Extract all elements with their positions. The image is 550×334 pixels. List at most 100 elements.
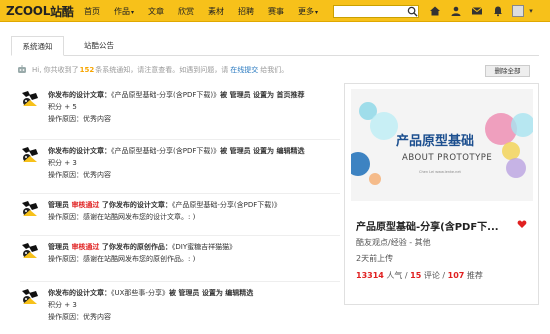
notification-body: 管理员 审核通过 了你发布的设计文章：《产品原型基础-分享(含PDF下载)》操作… — [48, 199, 348, 223]
article-title[interactable]: 产品原型基础-分享(含PDF下... — [356, 218, 506, 233]
article-link[interactable]: 《产品原型基础-分享(含PDF下载)》 — [111, 147, 220, 155]
comments-label: 评论 — [423, 271, 440, 280]
notification-body: 管理员 审核通过 了你发布的原创作品：《DIY蜜糖吉祥猫猫》操作原因：感谢在站酷… — [48, 241, 348, 265]
views-label: 人气 — [386, 271, 403, 280]
notification-detail: 操作原因：感谢在站酷网发布您的原创作品。: ) — [48, 255, 196, 263]
article-link[interactable]: 《产品原型基础-分享(含PDF下载)》 — [111, 91, 220, 99]
notification-message: 你发布的设计文章：《UX那些事-分享》被 管理员 设置为 编辑精选 — [48, 287, 348, 299]
notification-detail: 操作原因：感谢在站酷网发布您的设计文章。: ) — [48, 213, 196, 221]
views-count: 13314 — [356, 271, 384, 280]
article-link[interactable]: 《产品原型基础-分享(含PDF下载)》 — [172, 201, 281, 209]
notification-detail: 积分 + 5 — [48, 103, 77, 111]
approved-status: 审核通过 — [71, 243, 100, 251]
notification-text: 管理员 — [48, 201, 72, 209]
notification-detail: 积分 + 3 — [48, 159, 77, 167]
recommended-article-card[interactable]: 产品原型基础 ABOUT PROTOTYPE Chen Lei www.lenk… — [344, 83, 539, 305]
notification-avatar[interactable] — [20, 199, 40, 219]
notification-text: 你发布的设计文章： — [48, 289, 111, 297]
notification-text: 管理员 — [48, 243, 72, 251]
summary-suffix: 给我们。 — [260, 66, 289, 74]
top-navigation-bar: ZCOOL 站酷 首页 作品▾ 文章 欣赏 素材 招聘 赛事 更多▾ ▾ — [0, 0, 550, 22]
avatar[interactable] — [512, 5, 524, 17]
user-group-icon[interactable] — [449, 4, 463, 18]
logo-cn: 站酷 — [50, 4, 74, 19]
online-submit-link[interactable]: 在线提交 — [230, 65, 258, 75]
cover-title-en: ABOUT PROTOTYPE — [402, 153, 492, 163]
notification-avatar[interactable] — [20, 89, 40, 109]
divider — [20, 281, 340, 282]
chevron-down-icon: ▾ — [131, 8, 135, 16]
notification-message: 你发布的设计文章：《产品原型基础-分享(含PDF下载)》被 管理员 设置为 编辑… — [48, 145, 348, 157]
notification-text: 了你发布的设计文章： — [99, 201, 172, 209]
tab-system-notice[interactable]: 系统通知 — [11, 36, 64, 56]
notice-tabs: 系统通知 站酷公告 — [11, 36, 539, 56]
notification-reason: 操作原因：优秀内容 — [48, 115, 111, 123]
comments-count: 15 — [410, 271, 422, 280]
zcool-logo[interactable]: ZCOOL 站酷 — [6, 3, 74, 19]
notification-item: 你发布的设计文章：《产品原型基础-分享(含PDF下载)》被 管理员 设置为 首页… — [20, 89, 340, 129]
notification-text: 你发布的设计文章： — [48, 147, 111, 155]
cover-graphic: 产品原型基础 ABOUT PROTOTYPE Chen Lei www.lenk… — [351, 89, 533, 201]
top-icons: ▾ — [428, 4, 535, 18]
notification-text: 被 管理员 设置为 首页推荐 — [220, 91, 305, 99]
notification-item: 你发布的设计文章：《UX那些事-分享》被 管理员 设置为 编辑精选积分 + 3 操… — [20, 287, 340, 327]
notification-message: 管理员 审核通过 了你发布的原创作品：《DIY蜜糖吉祥猫猫》 — [48, 241, 348, 253]
mail-icon[interactable] — [470, 4, 484, 18]
notification-text: 被 管理员 设置为 编辑精选 — [168, 289, 254, 297]
notification-body: 你发布的设计文章：《UX那些事-分享》被 管理员 设置为 编辑精选积分 + 3 操… — [48, 287, 348, 323]
divider — [20, 235, 340, 236]
summary-prefix: Hi, 你共收到了 — [32, 66, 79, 74]
notification-message: 管理员 审核通过 了你发布的设计文章：《产品原型基础-分享(含PDF下载)》 — [48, 199, 348, 211]
home-icon[interactable] — [428, 4, 442, 18]
notification-avatar[interactable] — [20, 145, 40, 165]
notice-count: 152 — [79, 66, 95, 74]
recommend-count: 107 — [447, 271, 465, 280]
notification-text: 了你发布的原创作品： — [99, 243, 172, 251]
notification-reason: 操作原因：优秀内容 — [48, 313, 111, 321]
article-cover-image[interactable]: 产品原型基础 ABOUT PROTOTYPE Chen Lei www.lenk… — [351, 89, 533, 201]
nav-item-1[interactable]: 作品▾ — [114, 6, 134, 17]
nav-item-7[interactable]: 更多▾ — [298, 6, 318, 17]
nav-item-2[interactable]: 文章 — [148, 6, 164, 17]
notification-item: 你发布的设计文章：《产品原型基础-分享(含PDF下载)》被 管理员 设置为 编辑… — [20, 145, 340, 185]
notification-text: 你发布的设计文章： — [48, 91, 111, 99]
chevron-down-icon: ▾ — [315, 8, 319, 16]
nav-item-4[interactable]: 素材 — [208, 6, 224, 17]
article-time: 2天前上传 — [356, 254, 394, 263]
article-link[interactable]: 《DIY蜜糖吉祥猫猫》 — [172, 243, 236, 251]
notification-reason: 操作原因：优秀内容 — [48, 171, 111, 179]
notification-detail: 积分 + 3 — [48, 301, 77, 309]
search-icon[interactable] — [407, 6, 418, 17]
nav-item-0[interactable]: 首页 — [84, 6, 100, 17]
article-stats: 13314 人气 / 15 评论 / 107 推荐 — [356, 271, 483, 280]
notification-avatar[interactable] — [20, 241, 40, 261]
notification-message: 你发布的设计文章：《产品原型基础-分享(含PDF下载)》被 管理员 设置为 首页… — [48, 89, 348, 101]
approved-status: 审核通过 — [71, 201, 100, 209]
notification-text: 被 管理员 设置为 编辑精选 — [220, 147, 305, 155]
article-category: 酷友观点/经验 - 其他 — [356, 238, 431, 247]
nav-item-5[interactable]: 招聘 — [238, 6, 254, 17]
notice-summary: Hi, 你共收到了 152 条系统通知，请注意查看。如遇到问题，请 在线提交 给… — [16, 63, 288, 77]
bell-icon[interactable] — [491, 4, 505, 18]
nav-item-6[interactable]: 赛事 — [268, 6, 284, 17]
delete-all-button[interactable]: 删除全部 — [485, 65, 530, 77]
cover-title-cn: 产品原型基础 — [396, 133, 474, 149]
nav-item-3[interactable]: 欣赏 — [178, 6, 194, 17]
divider — [20, 193, 340, 194]
logo-text: ZCOOL — [6, 4, 51, 18]
notification-body: 你发布的设计文章：《产品原型基础-分享(含PDF下载)》被 管理员 设置为 首页… — [48, 89, 348, 125]
favorite-icon[interactable] — [517, 219, 527, 229]
recommend-label: 推荐 — [466, 271, 483, 280]
robot-icon — [18, 65, 26, 73]
notification-avatar[interactable] — [20, 287, 40, 307]
tab-zcool-announcement[interactable]: 站酷公告 — [69, 36, 129, 56]
article-link[interactable]: 《UX那些事-分享》 — [111, 289, 169, 297]
cover-small-text: Chen Lei www.lenke.net — [419, 170, 462, 174]
notification-item: 管理员 审核通过 了你发布的设计文章：《产品原型基础-分享(含PDF下载)》操作… — [20, 199, 340, 239]
notification-item: 管理员 审核通过 了你发布的原创作品：《DIY蜜糖吉祥猫猫》操作原因：感谢在站酷… — [20, 241, 340, 281]
divider — [20, 139, 340, 140]
notification-body: 你发布的设计文章：《产品原型基础-分享(含PDF下载)》被 管理员 设置为 编辑… — [48, 145, 348, 181]
main-nav: 首页 作品▾ 文章 欣赏 素材 招聘 赛事 更多▾ — [84, 0, 332, 22]
summary-middle: 条系统通知，请注意查看。如遇到问题，请 — [95, 66, 229, 74]
chevron-down-icon[interactable]: ▾ — [527, 4, 535, 18]
